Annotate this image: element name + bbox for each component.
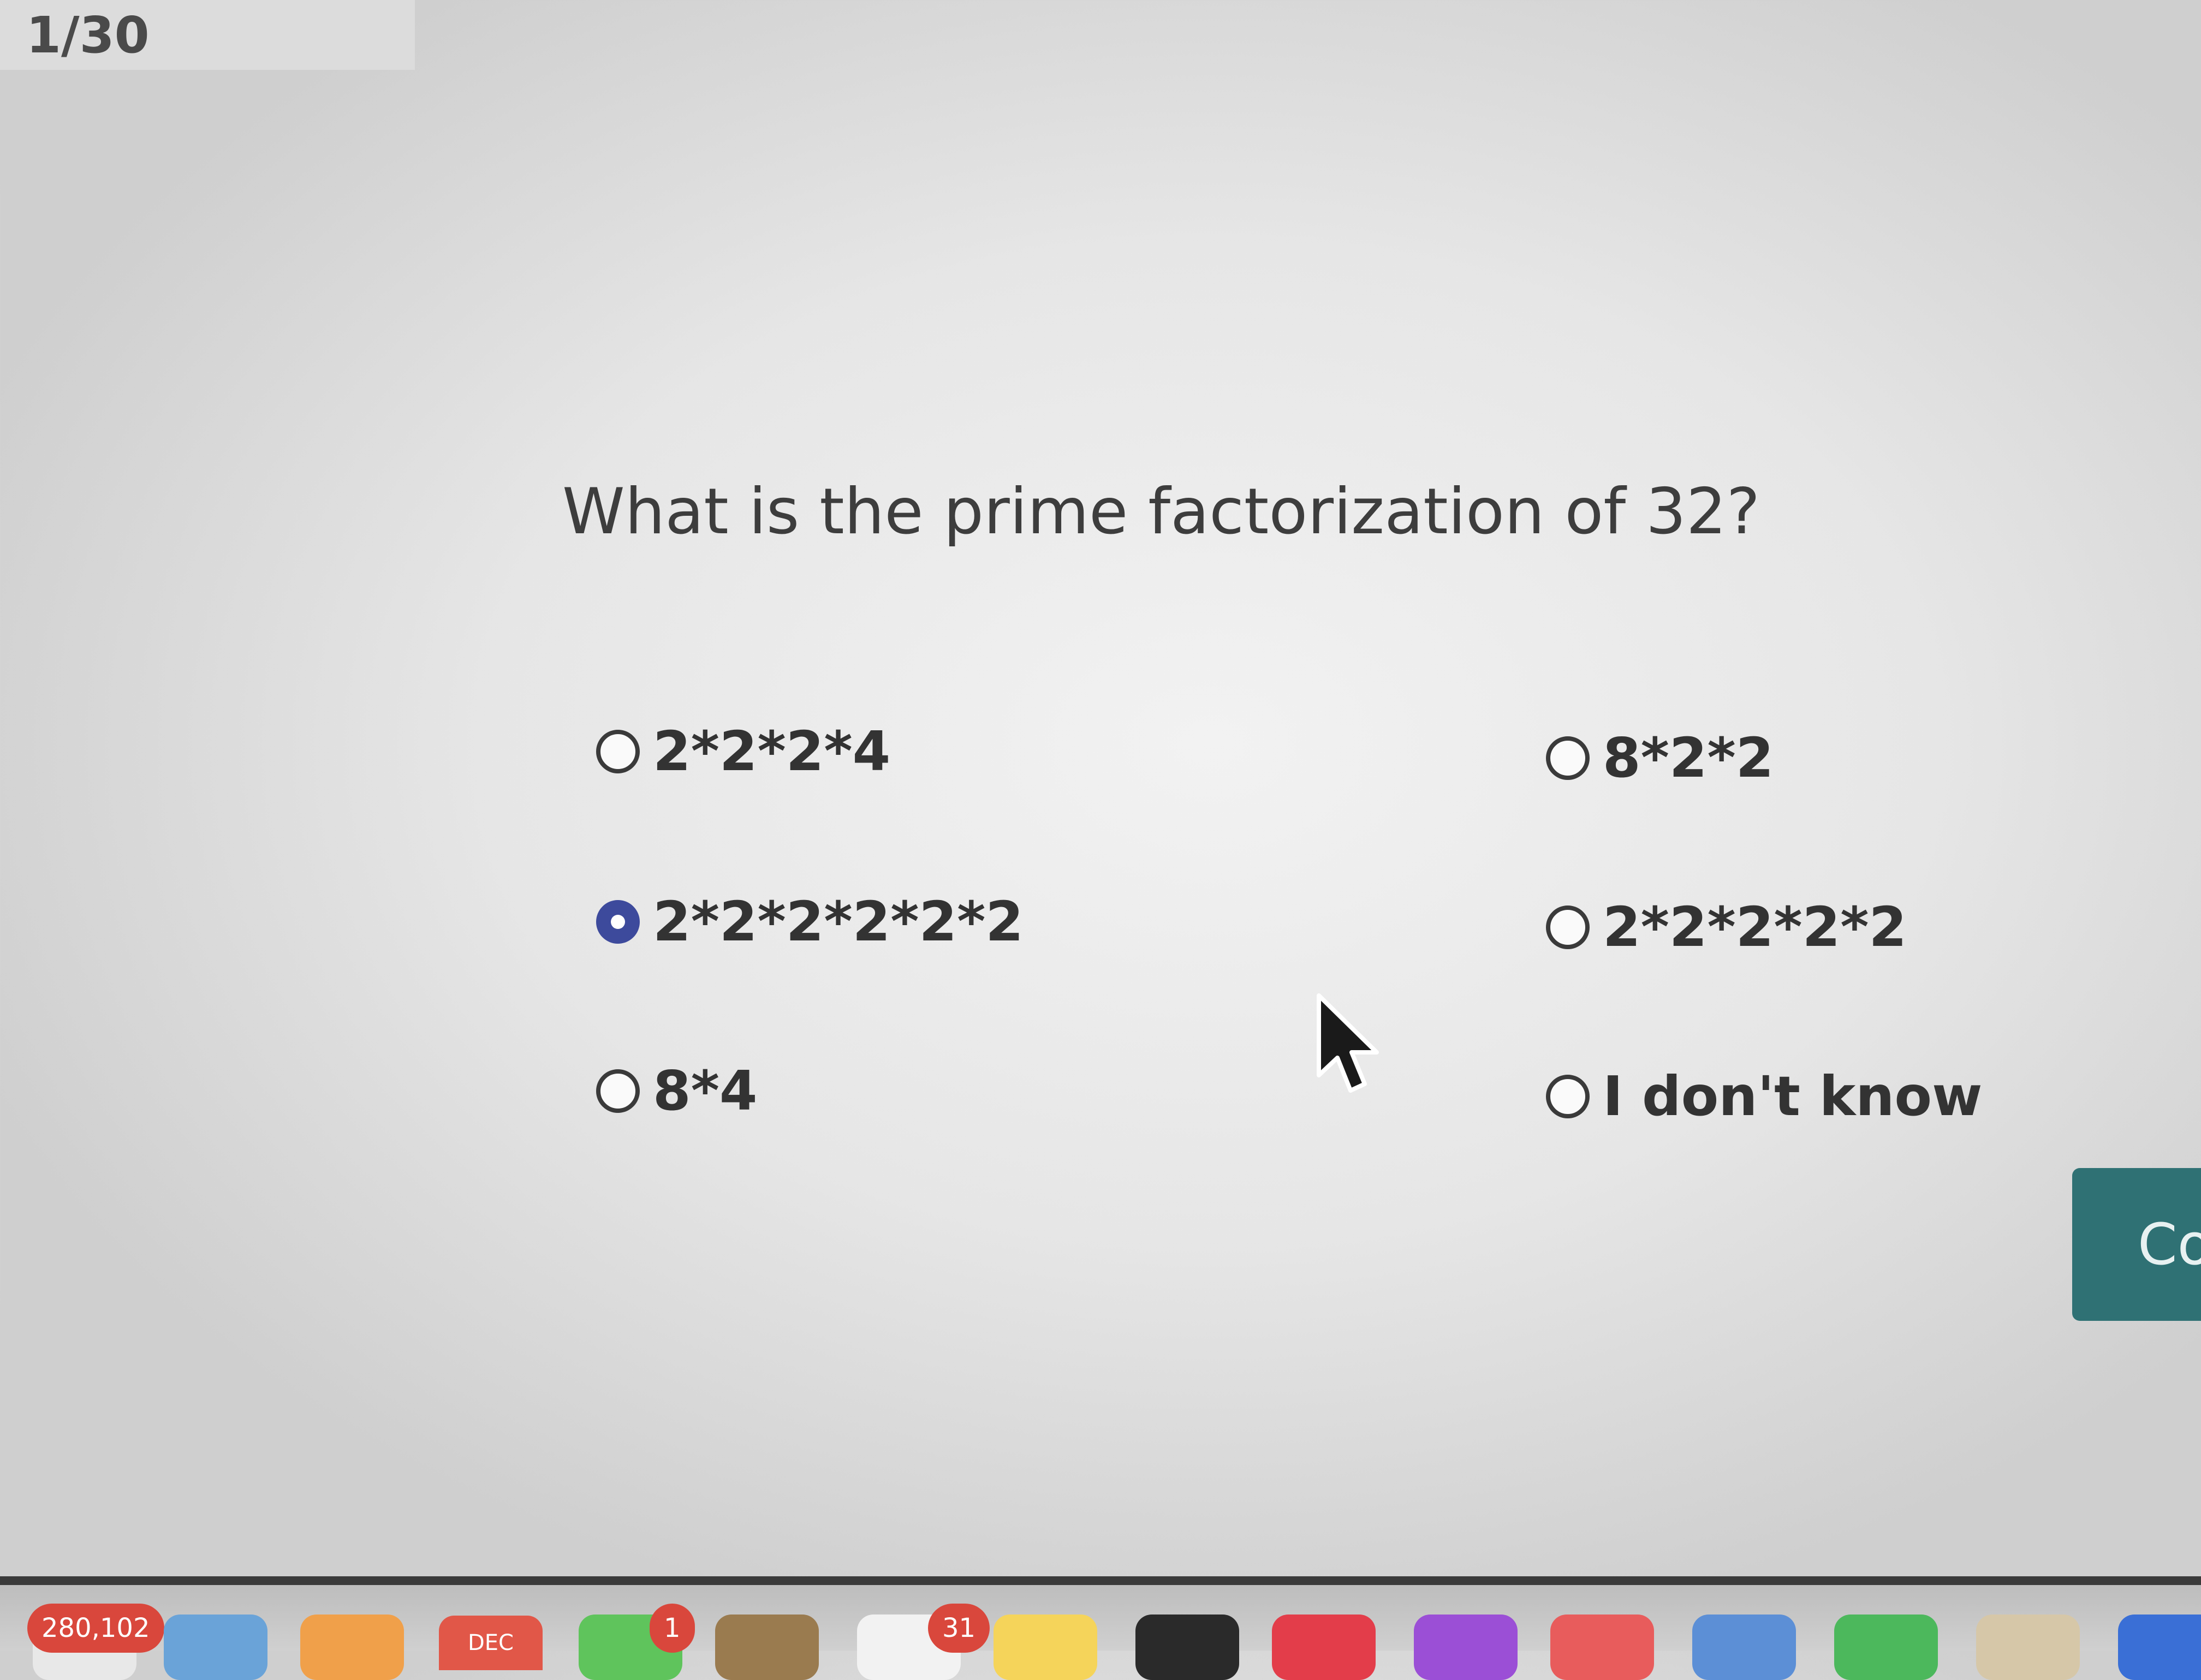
mail-badge: 280,102 [27,1604,164,1653]
terminal-app-icon[interactable] [1135,1615,1239,1680]
stickies-app-icon[interactable] [994,1615,1097,1680]
keynote-app-icon[interactable] [1692,1615,1796,1680]
radio-button[interactable] [1546,905,1590,949]
answer-option-2[interactable]: 2*2*2*2*2*2 [596,890,1024,954]
progress-label: 1/30 [26,5,150,64]
reminders-badge: 31 [928,1604,990,1653]
answer-option-1[interactable]: 2*2*2*4 [596,719,890,783]
photos-app-icon[interactable] [300,1615,404,1680]
podcasts-app-icon[interactable] [1414,1615,1518,1680]
radio-button[interactable] [596,729,640,773]
app-store-icon[interactable] [2118,1615,2201,1680]
answer-label: 2*2*2*2*2 [1603,895,1907,959]
question-text: What is the prime factorization of 32? [562,475,1760,549]
maps-app-icon[interactable] [164,1615,267,1680]
music-app-icon[interactable] [1272,1615,1376,1680]
answer-label: 8*4 [653,1059,758,1123]
continue-button[interactable]: Co [2072,1168,2201,1321]
numbers-app-icon[interactable] [1834,1615,1938,1680]
answer-label: 2*2*2*4 [653,719,891,783]
calendar-app-icon[interactable]: DEC [439,1616,543,1670]
answer-option-3[interactable]: 8*4 [596,1059,757,1123]
radio-button[interactable] [1546,736,1590,780]
answer-label: 2*2*2*2*2*2 [653,890,1024,954]
notes-app-icon[interactable] [715,1615,819,1680]
answer-option-5[interactable]: 2*2*2*2*2 [1546,895,1907,959]
answer-label: I don't know [1603,1064,1983,1128]
radio-button-selected[interactable] [596,899,640,944]
progress-indicator: 1/30 [0,0,415,70]
answer-label: 8*2*2 [1603,726,1774,790]
answer-option-6[interactable]: I don't know [1546,1064,1983,1128]
radio-button[interactable] [596,1069,640,1113]
answer-option-4[interactable]: 8*2*2 [1546,726,1774,790]
pages-app-icon[interactable] [1976,1615,2080,1680]
news-app-icon[interactable] [1550,1615,1654,1680]
messages-badge: 1 [650,1604,695,1653]
mouse-pointer-icon [1317,993,1379,1093]
radio-button[interactable] [1546,1074,1590,1118]
